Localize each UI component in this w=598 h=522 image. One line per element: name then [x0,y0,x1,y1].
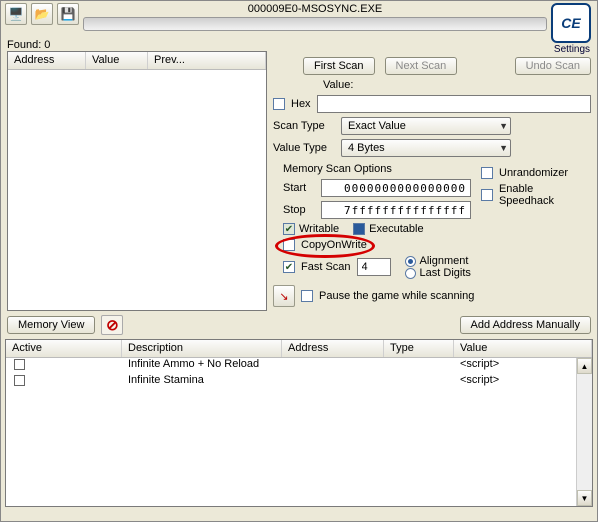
value-type-dropdown[interactable]: 4 Bytes ▼ [341,139,511,157]
hex-label: Hex [291,98,311,110]
th-type[interactable]: Type [384,340,454,357]
save-icon[interactable]: 💾 [57,3,79,25]
next-scan-button: Next Scan [385,57,458,75]
scan-type-label: Scan Type [273,120,335,132]
value-input[interactable] [317,95,591,113]
chevron-down-icon: ▼ [499,121,508,131]
writable-checkbox[interactable]: ✔ [283,223,295,235]
speedhack-label: Enable Speedhack [499,183,591,207]
executable-checkbox[interactable] [353,223,365,235]
found-count: Found: 0 [1,37,597,51]
table-row[interactable]: Infinite Ammo + No Reload <script> [6,358,592,374]
executable-label: Executable [369,223,423,235]
cheat-table[interactable]: Active Description Address Type Value In… [5,339,593,507]
scrollbar[interactable]: ▲ ▼ [576,358,592,506]
stop-input[interactable] [321,201,471,219]
process-title: 000009E0-MSOSYNC.EXE [83,3,547,15]
alignment-radio[interactable] [405,256,416,267]
first-scan-button[interactable]: First Scan [303,57,375,75]
th-active[interactable]: Active [6,340,122,357]
table-row[interactable]: Infinite Stamina <script> [6,374,592,390]
active-checkbox[interactable] [14,375,25,386]
writable-label: Writable [299,223,339,235]
speedhack-checkbox[interactable] [481,189,493,201]
fastscan-label: Fast Scan [301,261,351,273]
col-value[interactable]: Value [86,52,148,69]
hex-checkbox[interactable] [273,98,285,110]
unrandomizer-checkbox[interactable] [481,167,493,179]
col-prev[interactable]: Prev... [148,52,266,69]
pause-label: Pause the game while scanning [319,290,474,302]
scroll-up-icon[interactable]: ▲ [577,358,592,374]
stop-label: Stop [283,204,315,216]
alignment-label: Alignment [420,255,469,267]
add-address-manually-button[interactable]: Add Address Manually [460,316,591,334]
cheat-engine-logo[interactable]: CE [551,3,591,43]
lastdigits-label: Last Digits [420,267,471,279]
value-label: Value: [323,79,353,91]
th-address[interactable]: Address [282,340,384,357]
chevron-down-icon: ▼ [499,143,508,153]
undo-scan-button: Undo Scan [515,57,591,75]
mem-opts-label: Memory Scan Options [283,163,473,175]
pointer-tool-icon[interactable]: ↘ [273,285,295,307]
results-list[interactable]: Address Value Prev... [7,51,267,311]
scroll-down-icon[interactable]: ▼ [577,490,592,506]
scan-type-dropdown[interactable]: Exact Value ▼ [341,117,511,135]
fastscan-checkbox[interactable]: ✔ [283,261,295,273]
start-input[interactable] [321,179,471,197]
open-icon[interactable]: 📂 [31,3,53,25]
start-label: Start [283,182,315,194]
copyonwrite-label: CopyOnWrite [301,239,367,251]
th-description[interactable]: Description [122,340,282,357]
fastscan-input[interactable] [357,258,391,276]
copyonwrite-checkbox[interactable] [283,239,295,251]
pause-checkbox[interactable] [301,290,313,302]
select-process-icon[interactable]: 🖥️ [5,3,27,25]
active-checkbox[interactable] [14,359,25,370]
progress-bar [83,17,547,31]
memory-view-button[interactable]: Memory View [7,316,95,334]
col-address[interactable]: Address [8,52,86,69]
value-type-label: Value Type [273,142,335,154]
stop-icon[interactable]: ⊘ [101,315,123,335]
lastdigits-radio[interactable] [405,268,416,279]
th-value[interactable]: Value [454,340,592,357]
unrandomizer-label: Unrandomizer [499,167,568,179]
